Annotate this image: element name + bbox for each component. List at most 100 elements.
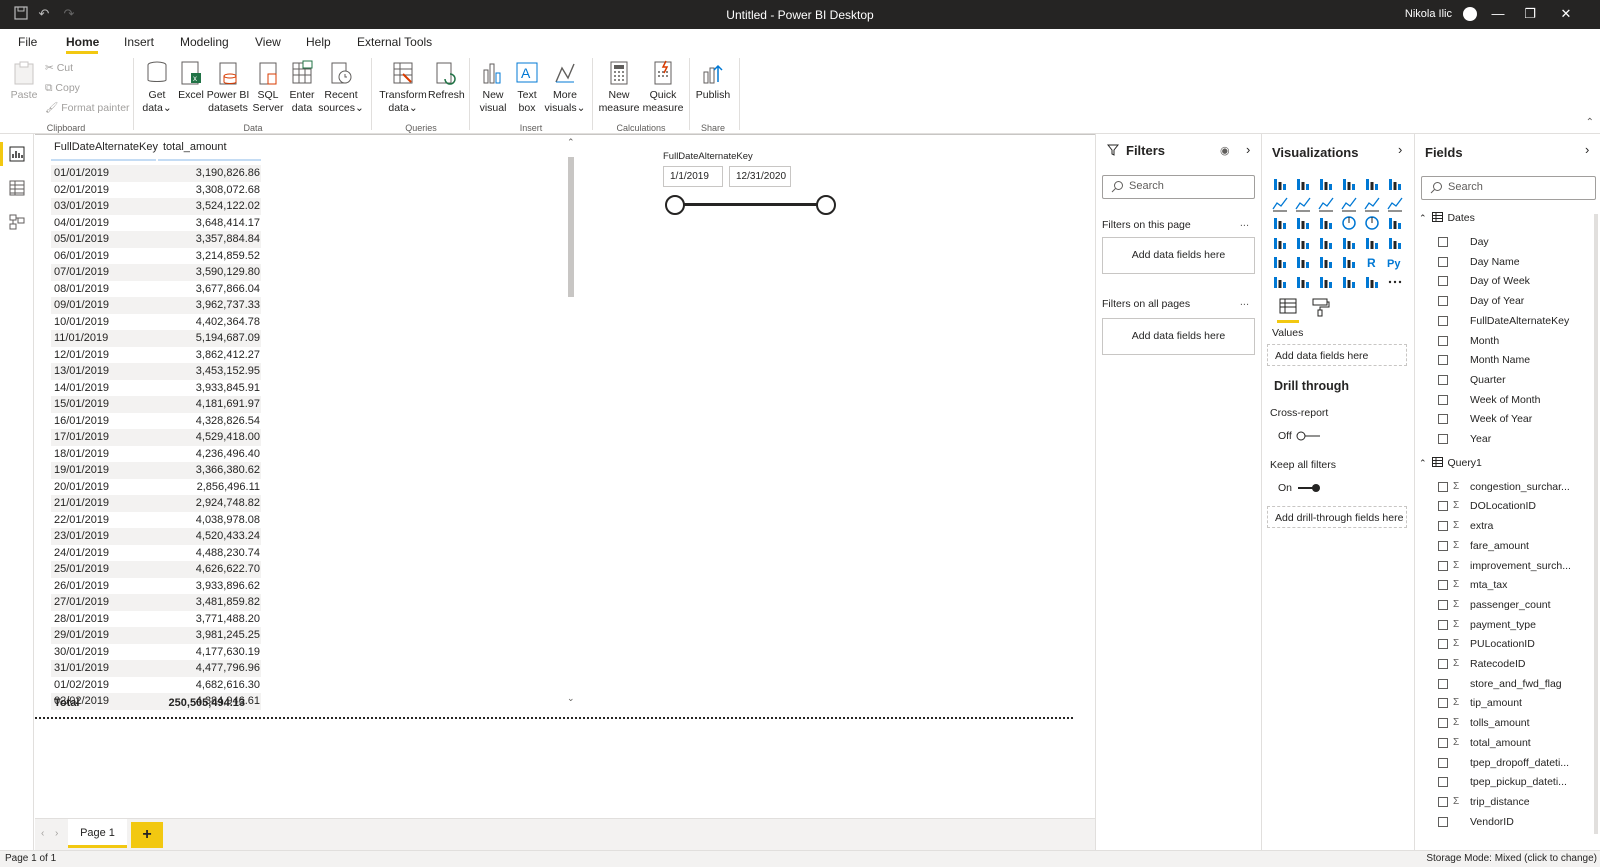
field-checkbox[interactable]: [1438, 678, 1448, 689]
smart-narrative-icon[interactable]: [1341, 274, 1357, 290]
recent-sources-button[interactable]: Recent sources⌄: [318, 60, 364, 115]
filters-search-input[interactable]: Search: [1102, 175, 1255, 199]
table-row[interactable]: 24/01/2019 4,488,230.74: [51, 545, 261, 562]
field-checkbox[interactable]: [1438, 501, 1448, 512]
table-icon[interactable]: [1318, 254, 1334, 270]
drill-through-drop[interactable]: Add drill-through fields here: [1267, 506, 1407, 528]
field-item[interactable]: Σ PULocationID: [1438, 634, 1598, 654]
waterfall-icon[interactable]: [1272, 215, 1288, 231]
field-checkbox[interactable]: [1438, 639, 1448, 650]
data-view-icon[interactable]: [9, 180, 25, 196]
field-item[interactable]: Σpayment_type: [1438, 615, 1598, 635]
100-column-icon[interactable]: [1387, 176, 1403, 192]
quick-measure-button[interactable]: Quick measure: [642, 60, 684, 115]
stacked-area-icon[interactable]: [1318, 196, 1334, 212]
shape-map-icon[interactable]: [1318, 235, 1334, 251]
field-item[interactable]: Σ RatecodeID: [1438, 654, 1598, 674]
collapse-ribbon-icon[interactable]: ⌃: [1586, 117, 1594, 128]
table-row[interactable]: 18/01/2019 4,236,496.40: [51, 446, 261, 463]
table-row[interactable]: 20/01/2019 2,856,496.11: [51, 479, 261, 496]
user-name[interactable]: Nikola Ilic: [1405, 8, 1452, 20]
gauge-icon[interactable]: [1341, 235, 1357, 251]
field-item[interactable]: tpep_pickup_dateti...: [1438, 772, 1598, 792]
get-data-button[interactable]: Get data⌄: [140, 60, 174, 115]
next-page-icon[interactable]: ›: [55, 828, 58, 839]
eye-icon[interactable]: ◉: [1220, 144, 1230, 157]
stacked-column-icon[interactable]: [1295, 176, 1311, 192]
field-checkbox[interactable]: [1438, 276, 1448, 287]
100-bar-icon[interactable]: [1364, 176, 1380, 192]
field-checkbox[interactable]: [1438, 296, 1448, 307]
field-checkbox[interactable]: [1438, 374, 1448, 385]
field-checkbox[interactable]: [1438, 521, 1448, 532]
menu-external-tools[interactable]: External Tools: [357, 35, 432, 49]
fields-search-input[interactable]: Search: [1421, 176, 1596, 200]
excel-button[interactable]: x Excel: [178, 60, 204, 102]
table-row[interactable]: 28/01/2019 3,771,488.20: [51, 611, 261, 628]
prev-page-icon[interactable]: ‹: [41, 828, 44, 839]
page-filters-drop[interactable]: Add data fields here: [1102, 237, 1255, 274]
field-checkbox[interactable]: [1438, 599, 1448, 610]
field-checkbox[interactable]: [1438, 737, 1448, 748]
field-item[interactable]: Year: [1438, 429, 1598, 449]
paginated-icon[interactable]: [1364, 274, 1380, 290]
table-row[interactable]: 16/01/2019 4,328,826.54: [51, 413, 261, 430]
line-clustered-icon[interactable]: [1364, 196, 1380, 212]
menu-modeling[interactable]: Modeling: [180, 35, 229, 49]
field-item[interactable]: FullDateAlternateKey: [1438, 311, 1598, 331]
fields-scrollbar[interactable]: [1594, 214, 1598, 834]
field-checkbox[interactable]: [1438, 580, 1448, 591]
table-row[interactable]: 04/01/2019 3,648,414.17: [51, 215, 261, 232]
format-paint-roller-icon[interactable]: [1309, 296, 1331, 318]
field-item[interactable]: VendorID: [1438, 812, 1598, 832]
treemap-icon[interactable]: [1387, 215, 1403, 231]
table-row[interactable]: 15/01/2019 4,181,691.97: [51, 396, 261, 413]
new-measure-button[interactable]: New measure: [598, 60, 640, 115]
field-checkbox[interactable]: [1438, 414, 1448, 425]
field-checkbox[interactable]: [1438, 718, 1448, 729]
area-chart-icon[interactable]: [1295, 196, 1311, 212]
field-checkbox[interactable]: [1438, 659, 1448, 669]
more-visuals-icon[interactable]: [1387, 274, 1403, 290]
refresh-button[interactable]: Refresh: [428, 60, 465, 102]
card-icon[interactable]: [1364, 235, 1380, 251]
funnel-icon[interactable]: [1295, 215, 1311, 231]
fields-tab-icon[interactable]: [1277, 296, 1299, 318]
scatter-icon[interactable]: [1318, 215, 1334, 231]
kpi-icon[interactable]: [1272, 254, 1288, 270]
close-icon[interactable]: ✕: [1556, 5, 1576, 23]
table-row[interactable]: 02/01/2019 3,308,072.68: [51, 182, 261, 199]
scrollbar-thumb[interactable]: [568, 157, 574, 297]
cross-report-toggle[interactable]: [1296, 430, 1322, 442]
chevron-right-icon[interactable]: ›: [1246, 142, 1250, 157]
slicer-start-handle[interactable]: [665, 195, 685, 215]
text-box-button[interactable]: A Text box: [512, 60, 542, 115]
scroll-down-icon[interactable]: ⌄: [567, 693, 575, 704]
storage-mode[interactable]: Storage Mode: Mixed (click to change): [1426, 853, 1597, 864]
field-item[interactable]: tpep_dropoff_dateti...: [1438, 753, 1598, 773]
table-row[interactable]: 22/01/2019 4,038,978.08: [51, 512, 261, 529]
more-options-icon[interactable]: ...: [1240, 296, 1249, 308]
table-row[interactable]: 29/01/2019 3,981,245.25: [51, 627, 261, 644]
key-influencers-icon[interactable]: [1272, 274, 1288, 290]
collapse-chevron-icon[interactable]: ⌃: [1419, 213, 1427, 223]
column-header-date[interactable]: FullDateAlternateKey: [54, 141, 158, 153]
table-row[interactable]: 07/01/2019 3,590,129.80: [51, 264, 261, 281]
field-item[interactable]: store_and_fwd_flag: [1438, 674, 1598, 694]
donut-icon[interactable]: [1364, 215, 1380, 231]
all-pages-filters-drop[interactable]: Add data fields here: [1102, 318, 1255, 355]
field-item[interactable]: Day Name: [1438, 252, 1598, 272]
report-view-icon[interactable]: [9, 146, 25, 162]
power-bi-datasets-button[interactable]: Power BI datasets: [206, 60, 250, 115]
ribbon-chart-icon[interactable]: [1387, 196, 1403, 212]
field-checkbox[interactable]: [1438, 757, 1448, 768]
matrix-icon[interactable]: [1341, 254, 1357, 270]
field-checkbox[interactable]: [1438, 315, 1448, 326]
paste-button[interactable]: Paste: [10, 60, 38, 102]
field-item[interactable]: Σ DOLocationID: [1438, 496, 1598, 516]
keep-filters-toggle[interactable]: [1296, 482, 1322, 494]
cut-button[interactable]: ✂ Cut: [45, 62, 73, 74]
add-page-button[interactable]: +: [131, 822, 163, 848]
minimize-icon[interactable]: —: [1488, 5, 1508, 23]
slicer-end-handle[interactable]: [816, 195, 836, 215]
